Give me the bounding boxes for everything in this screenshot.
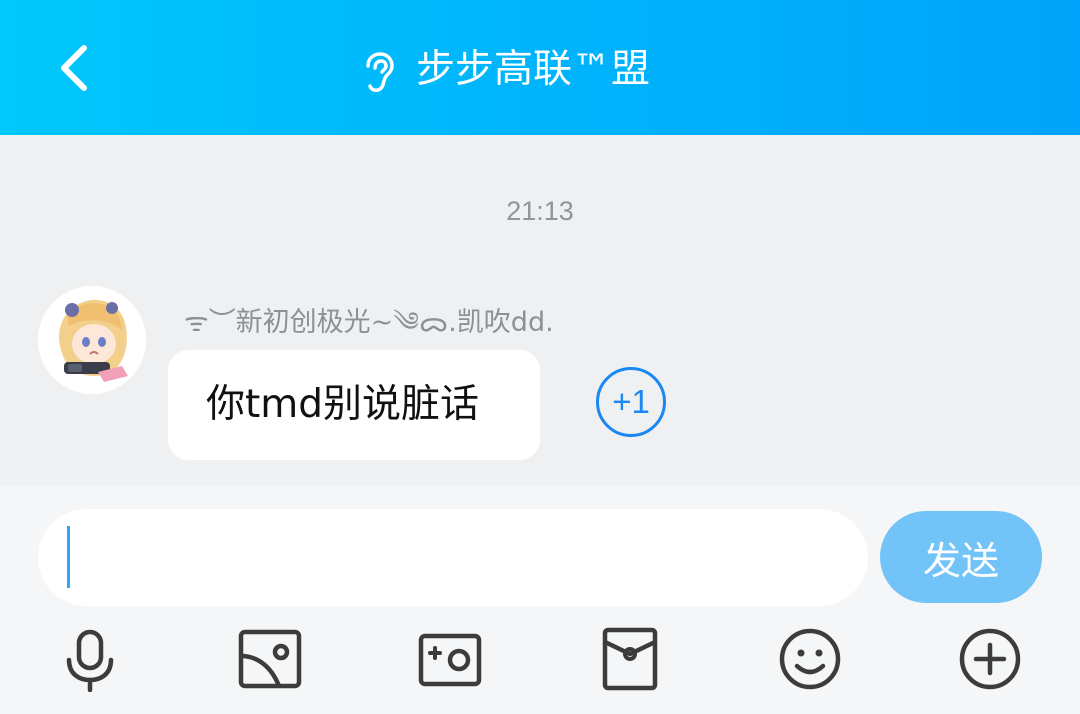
avatar[interactable] — [38, 286, 146, 394]
send-button[interactable]: 发送 — [880, 511, 1042, 603]
chevron-left-icon — [61, 45, 87, 91]
message-bubble[interactable]: 你tmd别说脏话 — [168, 350, 540, 460]
avatar-image — [38, 286, 146, 394]
red-packet-icon[interactable] — [597, 626, 663, 692]
group-title[interactable]: 步步高联™盟 — [416, 44, 650, 96]
back-button[interactable] — [48, 38, 108, 98]
input-panel: 发送 — [0, 486, 1080, 714]
text-caret — [67, 526, 70, 588]
picture-icon[interactable] — [237, 626, 303, 692]
emoji-icon[interactable] — [777, 626, 843, 692]
camera-icon[interactable] — [417, 626, 483, 692]
chat-header: 步步高联™盟 — [0, 0, 1080, 135]
ear-icon[interactable] — [358, 50, 398, 94]
microphone-icon[interactable] — [57, 626, 123, 693]
message-input[interactable] — [38, 509, 868, 606]
message-timestamp: 21:13 — [506, 196, 574, 226]
message-text: 你tmd别说脏话 — [206, 382, 480, 427]
plus-one-button[interactable]: +1 — [596, 367, 666, 437]
plus-icon[interactable] — [957, 626, 1023, 692]
